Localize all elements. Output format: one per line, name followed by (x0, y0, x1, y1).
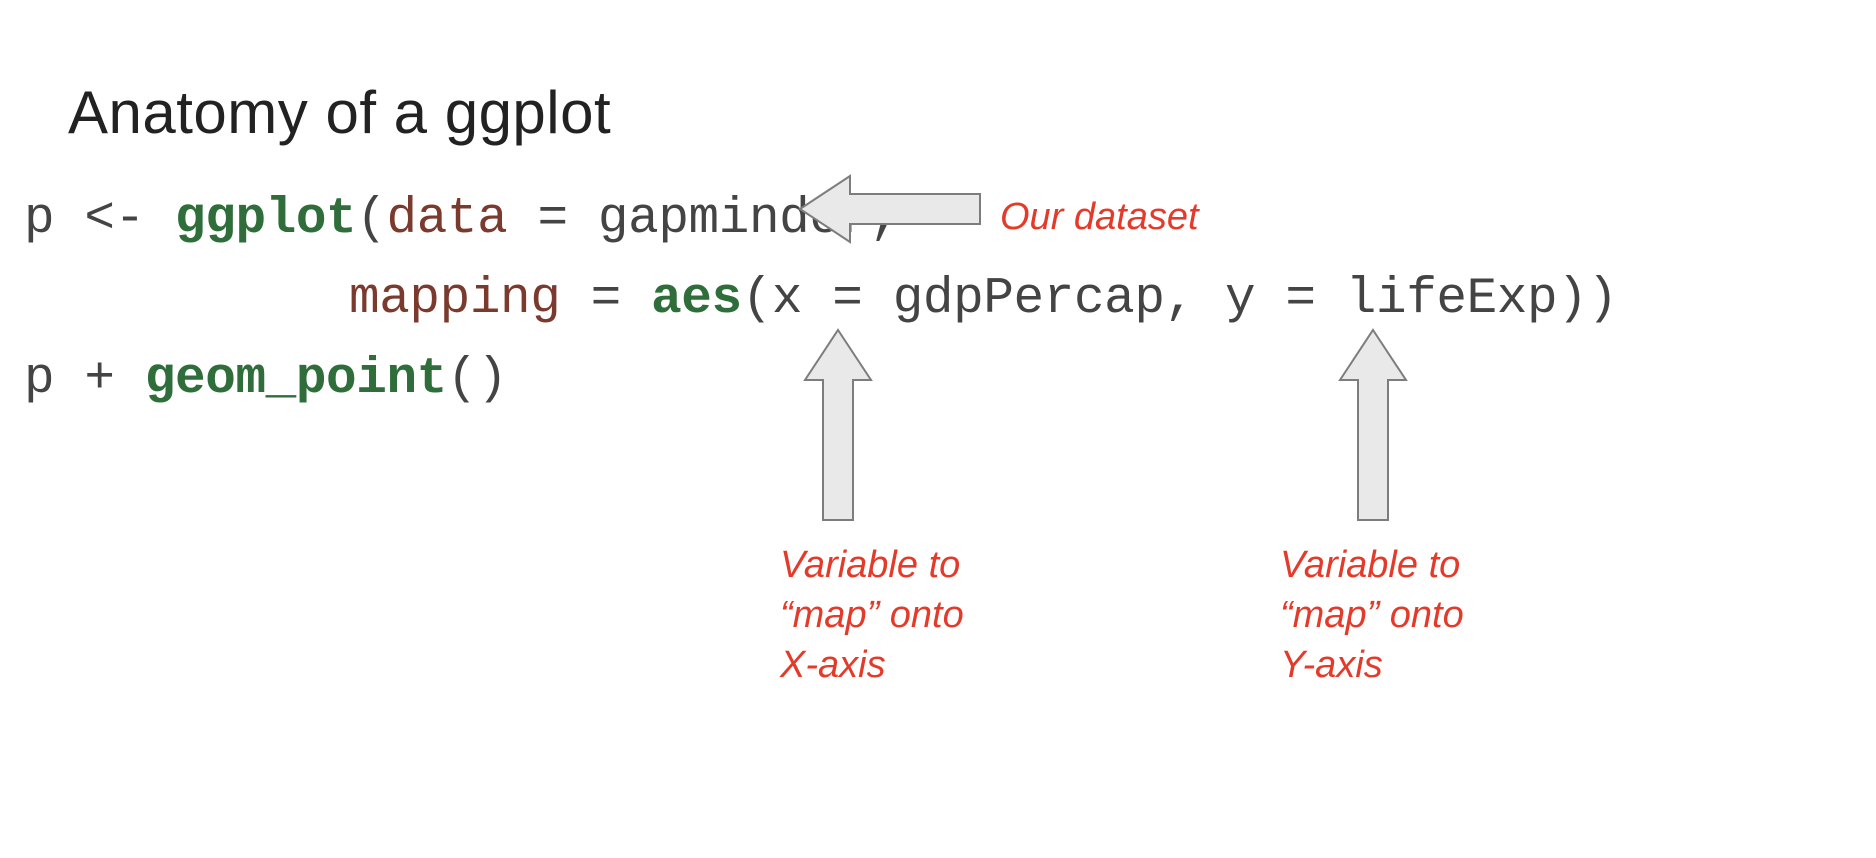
code-text: = (560, 271, 651, 328)
annotation-line: X-axis (780, 644, 886, 686)
arrow-up-icon (1340, 330, 1406, 520)
fn-geom-point: geom_point (145, 351, 447, 408)
code-text: (x = gdpPercap, y = lifeExp)) (742, 271, 1618, 328)
annotation-y-variable: Variable to “map” onto Y-axis (1280, 540, 1540, 690)
code-line-2: mapping = aes(x = gdpPercap, y = lifeExp… (24, 260, 1618, 340)
annotation-x-variable: Variable to “map” onto X-axis (780, 540, 1040, 690)
annotation-line: Variable to (1280, 544, 1460, 586)
annotation-dataset: Our dataset (1000, 192, 1199, 242)
code-text: p + (24, 351, 145, 408)
annotation-line: “map” onto (780, 594, 964, 636)
fn-ggplot: ggplot (175, 191, 356, 248)
slide-title: Anatomy of a ggplot (68, 78, 611, 147)
annotation-line: “map” onto (1280, 594, 1464, 636)
arrow-up-icon (805, 330, 871, 520)
arg-mapping: mapping (349, 271, 560, 328)
diagram-stage: Anatomy of a ggplot p <- ggplot(data = g… (0, 0, 1876, 858)
arrow-left-icon (800, 176, 980, 242)
arg-data: data (386, 191, 507, 248)
code-text: p <- (24, 191, 175, 248)
annotation-line: Variable to (780, 544, 960, 586)
code-text: ( (356, 191, 386, 248)
fn-aes: aes (651, 271, 742, 328)
annotation-line: Y-axis (1280, 644, 1383, 686)
code-text: () (447, 351, 507, 408)
